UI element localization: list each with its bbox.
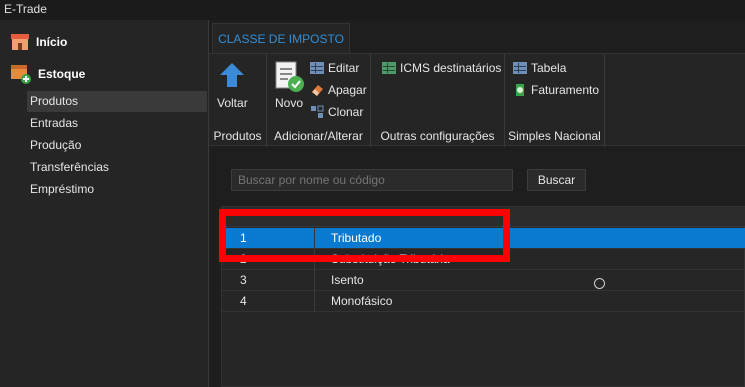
store-icon (11, 34, 29, 50)
clone-icon (311, 105, 324, 118)
apagar-button[interactable]: Apagar (310, 83, 367, 97)
cell-id: 1 (222, 228, 315, 249)
cell-name: Substituição Tributária (331, 252, 450, 266)
ribbon-group-produtos: Voltar Produtos (209, 54, 267, 147)
voltar-label: Voltar (217, 96, 248, 110)
money-tag-icon (516, 84, 524, 96)
novo-button[interactable]: Novo (272, 60, 306, 110)
ribbon-group-outras: ICMS destinatários Outras configurações (371, 54, 505, 147)
sidebar-item-transferencias[interactable]: Transferências (27, 157, 207, 178)
cell-name: Isento (331, 273, 364, 287)
cell-id: 3 (222, 270, 315, 291)
table-row[interactable]: 3 Isento (222, 270, 745, 291)
sidebar-item-emprestimo[interactable]: Empréstimo (27, 179, 207, 200)
group-label-produtos: Produtos (213, 129, 262, 143)
table-row[interactable]: 1 Tributado (222, 228, 745, 249)
ribbon-group-simples: Tabela Faturamento Simples Nacional (505, 54, 605, 147)
novo-label: Novo (274, 96, 303, 110)
table-header (222, 207, 745, 227)
apagar-label: Apagar (328, 83, 367, 97)
main-content: CLASSE DE IMPOSTO Voltar Produtos Novo E… (209, 20, 745, 387)
icms-label: ICMS destinatários (400, 61, 502, 75)
cell-id: 2 (222, 249, 315, 270)
faturamento-label: Faturamento (531, 83, 600, 97)
eraser-icon (312, 85, 323, 96)
cursor-icon (594, 278, 605, 289)
sidebar-item-inicio[interactable]: Início (10, 30, 67, 54)
cell-name: Tributado (331, 231, 382, 245)
ribbon-toolbar: Voltar Produtos Novo Editar Apagar Clona… (209, 53, 745, 147)
sidebar-item-label: Início (36, 35, 68, 49)
search-input[interactable] (231, 169, 513, 191)
sidebar: Início Estoque Produtos Entradas Produçã… (0, 20, 209, 387)
icms-destinatarios-button[interactable]: ICMS destinatários (382, 61, 501, 75)
box-add-icon (11, 65, 31, 84)
tab-classe-de-imposto[interactable]: CLASSE DE IMPOSTO (212, 23, 350, 54)
search-button[interactable]: Buscar (527, 169, 586, 191)
sidebar-item-producao[interactable]: Produção (27, 135, 207, 156)
editar-label: Editar (328, 61, 360, 75)
tabela-button[interactable]: Tabela (513, 61, 566, 75)
group-label-adicionar: Adicionar/Alterar (274, 129, 363, 143)
table-row[interactable]: 4 Monofásico (222, 291, 745, 312)
grid-icon (382, 62, 396, 74)
sidebar-item-produtos[interactable]: Produtos (27, 91, 207, 112)
grid-edit-icon (310, 62, 324, 74)
clonar-label: Clonar (328, 105, 364, 119)
editar-button[interactable]: Editar (310, 61, 359, 75)
table-row[interactable]: 2 Substituição Tributária (222, 249, 745, 270)
arrow-up-icon (220, 63, 245, 87)
window-title: E-Trade (0, 0, 745, 20)
tabela-label: Tabela (531, 61, 567, 75)
voltar-button[interactable]: Voltar (217, 60, 248, 110)
group-label-simples: Simples Nacional (508, 129, 601, 143)
sidebar-item-label: Estoque (38, 67, 86, 81)
group-label-outras: Outras configurações (380, 129, 495, 143)
table-icon (513, 62, 527, 74)
ribbon-group-adicionar: Novo Editar Apagar Clonar Adicionar/Alte… (267, 54, 371, 147)
new-document-icon (275, 61, 304, 92)
clonar-button[interactable]: Clonar (310, 105, 363, 119)
sidebar-item-entradas[interactable]: Entradas (27, 113, 207, 134)
cell-name: Monofásico (331, 294, 393, 308)
cell-id: 4 (222, 291, 315, 312)
sidebar-item-estoque[interactable]: Estoque (10, 62, 85, 86)
faturamento-button[interactable]: Faturamento (513, 83, 599, 97)
tax-class-table: 1 Tributado 2 Substituição Tributária 3 … (221, 206, 745, 387)
